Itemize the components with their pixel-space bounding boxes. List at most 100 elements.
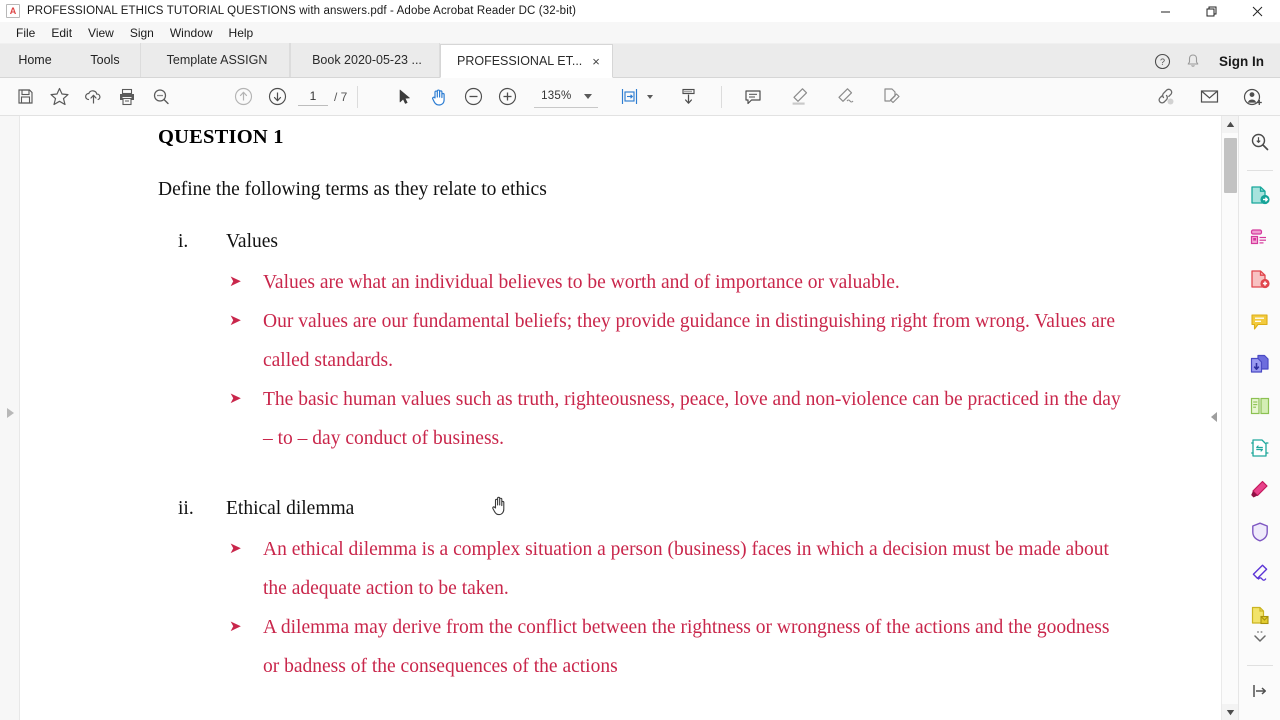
menu-view[interactable]: View [80, 24, 122, 42]
tab-bar-right-group: ? Sign In [1154, 44, 1280, 78]
menu-file[interactable]: File [8, 24, 43, 42]
tab-bar: Home Tools Template ASSIGN Book 2020-05-… [0, 43, 1280, 78]
edit-pdf-icon[interactable] [1244, 262, 1276, 298]
view-tools-group: 135% [388, 80, 705, 114]
fit-page-chevron-icon[interactable] [647, 94, 654, 99]
comment-icon[interactable] [1244, 304, 1276, 340]
highlight-text-icon[interactable] [782, 80, 816, 114]
scroll-down-icon[interactable] [1222, 704, 1238, 720]
fit-page-icon[interactable] [612, 80, 646, 114]
menu-window[interactable]: Window [162, 24, 221, 42]
scroll-up-icon[interactable] [1222, 116, 1238, 133]
scroll-mode-icon[interactable] [671, 80, 705, 114]
list-term: Values [226, 231, 278, 252]
bullet-item: ➤ The basic human values such as truth, … [158, 380, 1126, 458]
arrow-bullet-icon: ➤ [229, 391, 242, 407]
notification-bell-icon[interactable] [1185, 53, 1201, 69]
add-to-favorites-icon[interactable] [42, 80, 76, 114]
panel-divider-bottom [1246, 665, 1273, 666]
expand-navigation-pane-icon[interactable] [3, 404, 17, 422]
collapse-panel-icon[interactable] [1244, 673, 1276, 709]
window-controls [1142, 0, 1280, 22]
select-cursor-icon[interactable] [388, 80, 422, 114]
tab-professional-ethics[interactable]: PROFESSIONAL ET... × [440, 44, 613, 78]
arrow-bullet-icon: ➤ [229, 274, 242, 290]
list-item-i: i. Values [158, 231, 1126, 253]
bullet-item: ➤ Values are what an individual believes… [158, 263, 1126, 302]
right-panel-bottom-group [1239, 619, 1280, 715]
bullet-text: A dilemma may derive from the conflict b… [263, 617, 1110, 677]
fill-and-sign-icon[interactable] [1244, 556, 1276, 592]
search-document-icon[interactable] [1244, 124, 1276, 160]
previous-page-icon[interactable] [226, 80, 260, 114]
next-page-icon[interactable] [260, 80, 294, 114]
add-person-icon[interactable] [1236, 80, 1270, 114]
file-tools-group [8, 80, 178, 114]
bullet-text: The basic human values such as truth, ri… [263, 389, 1121, 449]
right-tools-panel: ⇋ [1238, 116, 1280, 720]
page-number-input[interactable] [298, 87, 328, 106]
main-toolbar: / 7 135% [0, 78, 1280, 116]
scrollbar-thumb[interactable] [1224, 138, 1237, 193]
arrow-bullet-icon: ➤ [229, 541, 242, 557]
sign-in-button[interactable]: Sign In [1215, 54, 1268, 69]
zoom-level-selector[interactable]: 135% [534, 86, 599, 108]
collapse-right-panel-icon[interactable] [1207, 404, 1221, 430]
chevron-down-icon[interactable] [584, 93, 593, 99]
arrow-bullet-icon: ➤ [229, 619, 242, 635]
zoom-in-icon[interactable] [490, 80, 524, 114]
page-total-label: / 7 [334, 89, 348, 104]
list-item-ii: ii. Ethical dilemma [158, 498, 1126, 520]
navigation-pane-rail[interactable] [0, 116, 20, 720]
help-circle-icon[interactable]: ? [1154, 53, 1171, 70]
combine-files-icon[interactable] [1244, 346, 1276, 382]
tab-template-assign[interactable]: Template ASSIGN [140, 43, 290, 77]
zoom-level-value: 135% [541, 90, 572, 102]
toolbar-divider-2 [721, 85, 723, 108]
acrobat-app-icon: A [6, 4, 20, 18]
share-link-icon[interactable] [1148, 80, 1182, 114]
protect-icon[interactable] [1244, 514, 1276, 550]
annotate-tools-group [736, 80, 908, 114]
zoom-search-icon[interactable] [144, 80, 178, 114]
fill-and-sign-icon[interactable] [874, 80, 908, 114]
menu-sign[interactable]: Sign [122, 24, 162, 42]
minimize-button[interactable] [1142, 0, 1188, 22]
add-comment-icon[interactable] [736, 80, 770, 114]
list-marker: i. [178, 231, 189, 252]
close-icon[interactable]: × [592, 55, 600, 68]
menu-bar: File Edit View Sign Window Help [0, 22, 1280, 44]
tab-home[interactable]: Home [0, 43, 70, 77]
hand-tool-icon[interactable] [422, 80, 456, 114]
save-file-icon[interactable] [8, 80, 42, 114]
menu-edit[interactable]: Edit [43, 24, 80, 42]
more-tools-chevron-icon[interactable] [1244, 619, 1276, 655]
close-button[interactable] [1234, 0, 1280, 22]
bullet-text: Values are what an individual believes t… [263, 272, 900, 293]
draw-freehand-icon[interactable] [828, 80, 862, 114]
svg-text:⇋: ⇋ [1255, 444, 1263, 454]
tab-tools[interactable]: Tools [70, 43, 140, 77]
export-pdf-icon[interactable] [1244, 178, 1276, 214]
print-file-icon[interactable] [110, 80, 144, 114]
toolbar-divider [357, 85, 359, 108]
bullet-item: ➤ Our values are our fundamental beliefs… [158, 302, 1126, 380]
organize-pages-icon[interactable] [1244, 388, 1276, 424]
tab-label: Template ASSIGN [166, 53, 268, 67]
document-view[interactable]: QUESTION 1 Define the following terms as… [20, 116, 1221, 720]
menu-help[interactable]: Help [221, 24, 262, 42]
email-document-icon[interactable] [1192, 80, 1226, 114]
zoom-out-icon[interactable] [456, 80, 490, 114]
upload-to-cloud-icon[interactable] [76, 80, 110, 114]
tab-label: Book 2020-05-23 ... [312, 53, 422, 67]
create-pdf-icon[interactable] [1244, 220, 1276, 256]
bullet-item: ➤ A dilemma may derive from the conflict… [158, 608, 1126, 686]
vertical-scrollbar[interactable] [1221, 116, 1238, 720]
redact-icon[interactable] [1244, 472, 1276, 508]
bullet-text: Our values are our fundamental beliefs; … [263, 311, 1116, 371]
bullet-item: ➤ An ethical dilemma is a complex situat… [158, 530, 1126, 608]
arrow-bullet-icon: ➤ [229, 313, 242, 329]
tab-book-2020[interactable]: Book 2020-05-23 ... [290, 43, 440, 77]
restore-button[interactable] [1188, 0, 1234, 22]
compress-pdf-icon[interactable]: ⇋ [1244, 430, 1276, 466]
